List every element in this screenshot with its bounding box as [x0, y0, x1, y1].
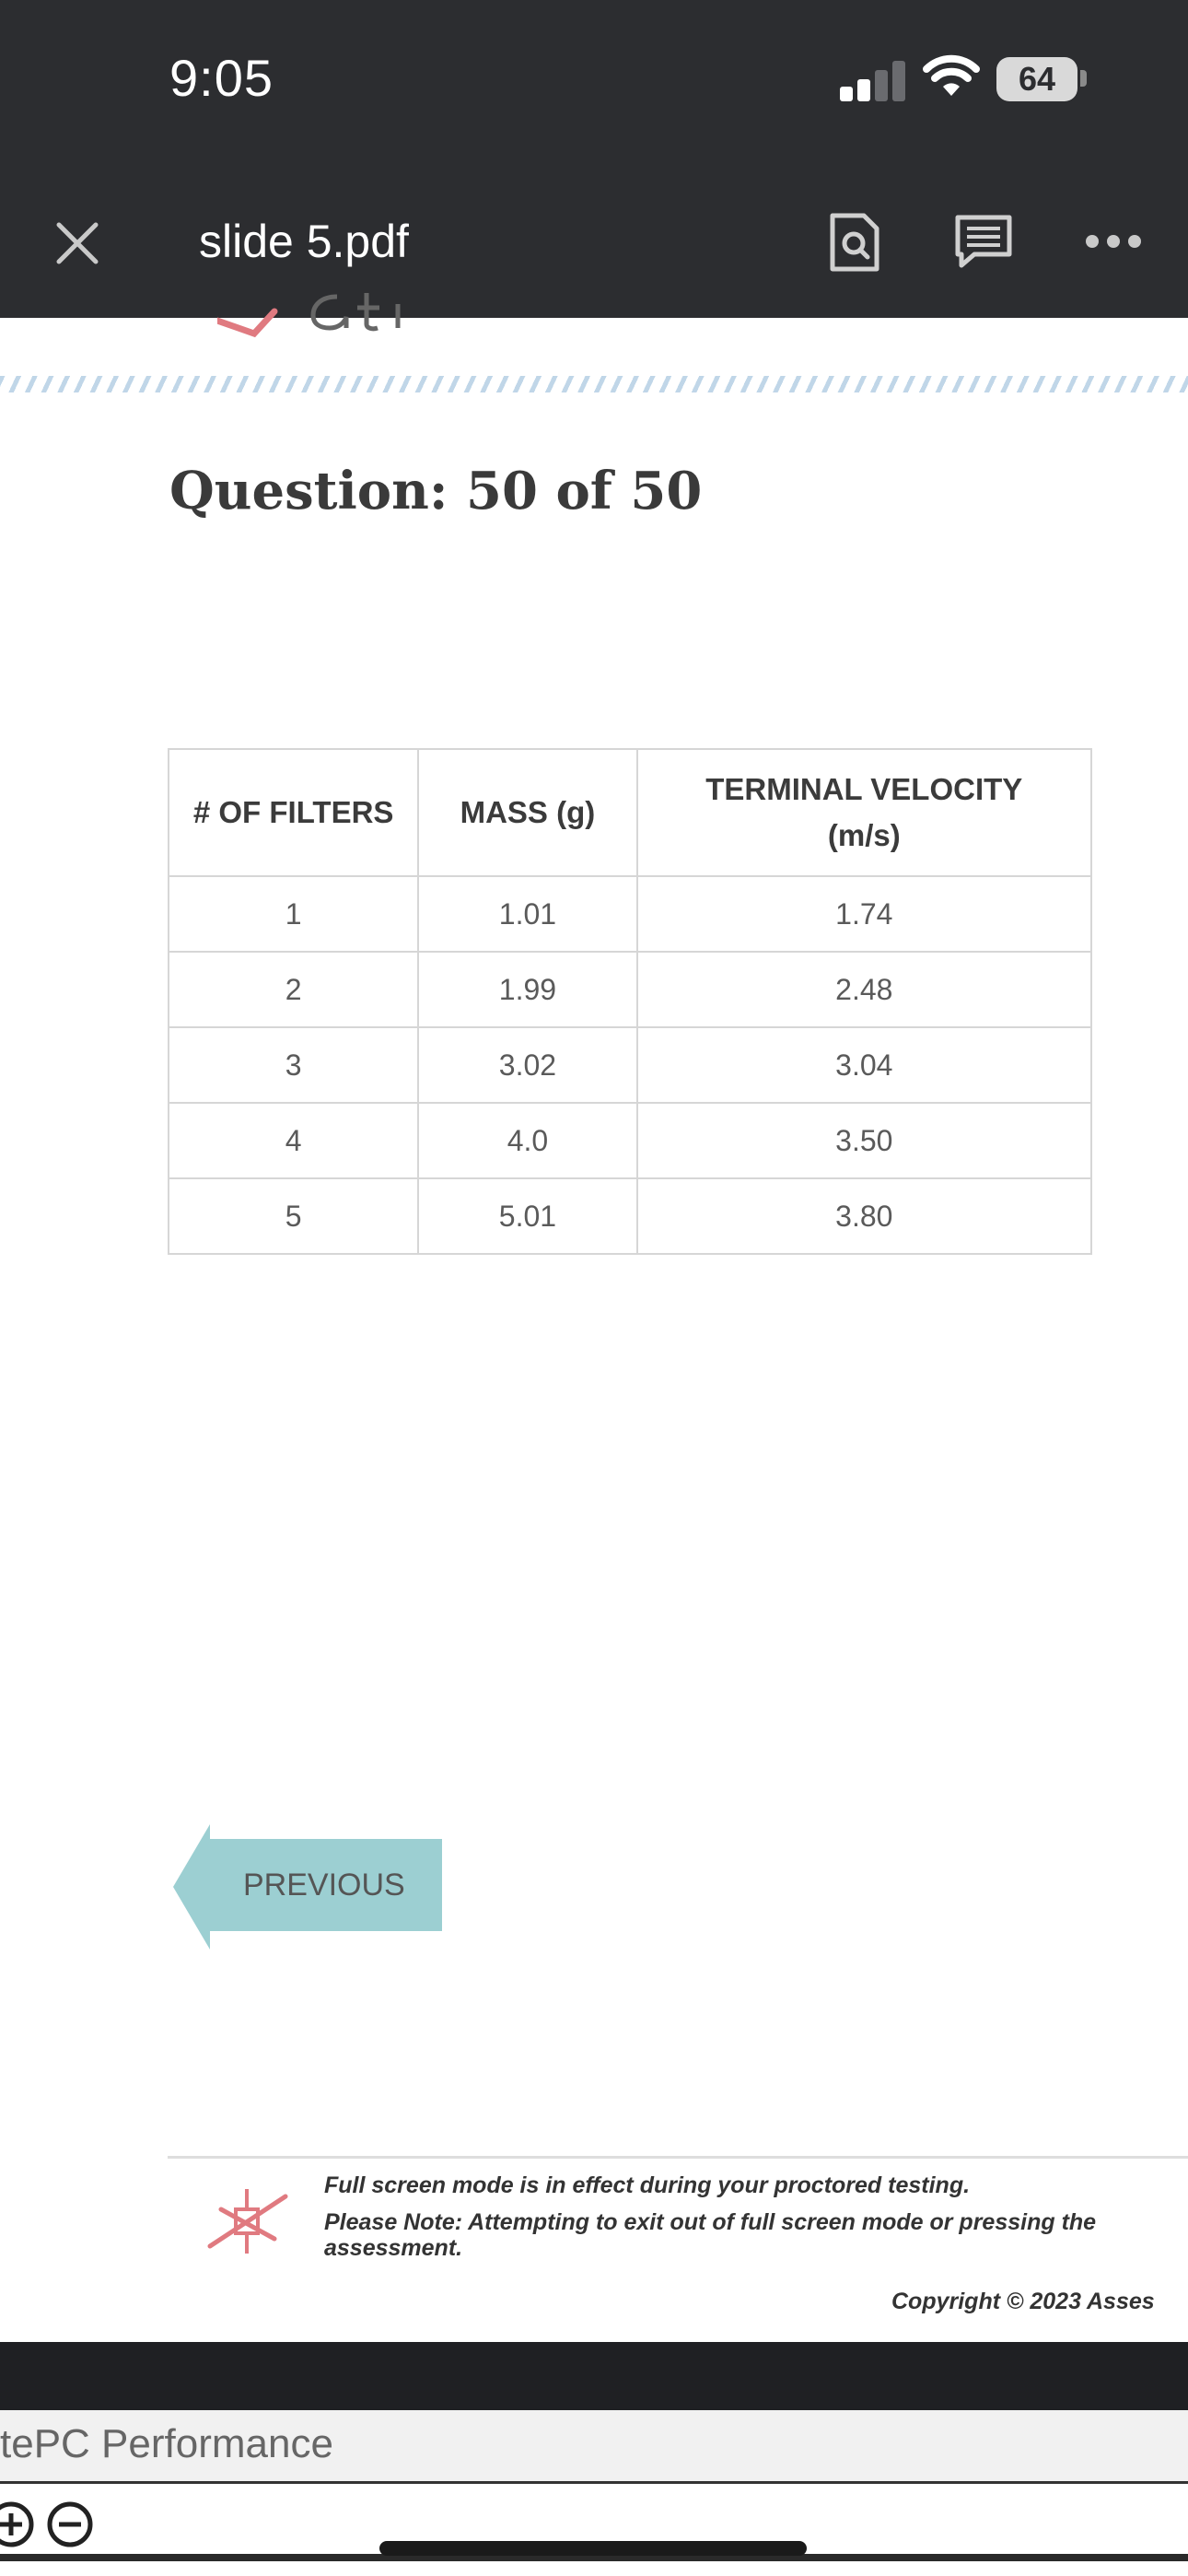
- document-title: slide 5.pdf: [199, 216, 409, 267]
- home-indicator[interactable]: [379, 2541, 807, 2556]
- dashed-divider: [0, 376, 1188, 392]
- table-cell: 3: [167, 1026, 420, 1104]
- table-cell: 3.80: [635, 1177, 1093, 1255]
- table-row: 4 4.0 3.50: [167, 1102, 1093, 1179]
- column-header: # OF FILTERS: [167, 748, 420, 877]
- table-cell: 3.02: [417, 1026, 638, 1104]
- logo-fragment: [217, 293, 401, 338]
- wifi-icon: [923, 54, 980, 96]
- column-header: MASS (g): [417, 748, 638, 877]
- more-icon[interactable]: [1083, 230, 1144, 252]
- bottom-bar: [0, 2342, 1188, 2410]
- table-row: 3 3.02 3.04: [167, 1026, 1093, 1104]
- cellular-signal-icon: [840, 59, 906, 101]
- previous-button-label[interactable]: PREVIOUS: [243, 1868, 405, 1903]
- battery-indicator: 64: [996, 57, 1077, 101]
- table-cell: 1.74: [635, 875, 1093, 953]
- table-row: 1 1.01 1.74: [167, 875, 1093, 953]
- table-cell: 5.01: [417, 1177, 638, 1255]
- comment-icon[interactable]: [954, 214, 1013, 269]
- battery-cap: [1080, 70, 1087, 87]
- data-table: # OF FILTERS MASS (g) TERMINAL VELOCITY …: [167, 748, 1093, 1255]
- table-cell: 3.50: [635, 1102, 1093, 1179]
- status-time: 9:05: [169, 49, 274, 107]
- table-cell: 2.48: [635, 951, 1093, 1028]
- footer-warning: Please Note: Attempting to exit out of f…: [324, 2209, 1097, 2235]
- column-header: TERMINAL VELOCITY (m/s): [635, 748, 1093, 877]
- footer-notice: Full screen mode is in effect during you…: [324, 2172, 971, 2198]
- table-cell: 4: [167, 1102, 420, 1179]
- column-header-text: TERMINAL VELOCITY (m/s): [705, 772, 1023, 852]
- copyright: Copyright © 2023 Asses: [891, 2289, 1155, 2314]
- close-icon[interactable]: [48, 214, 107, 273]
- zoom-out-icon[interactable]: [46, 2500, 94, 2548]
- footer-text-area: Full screen mode is in effect during you…: [0, 2156, 1188, 2340]
- taskbar-label: tePC Performance: [0, 2421, 333, 2466]
- table-cell: 1: [167, 875, 420, 953]
- table-cell: 5: [167, 1177, 420, 1255]
- zoom-in-icon[interactable]: [0, 2500, 35, 2548]
- question-heading: Question: 50 of 50: [169, 461, 703, 521]
- table-cell: 2: [167, 951, 420, 1028]
- table-cell: 1.99: [417, 951, 638, 1028]
- document-search-icon[interactable]: [827, 212, 882, 273]
- table-row: 5 5.01 3.80: [167, 1177, 1093, 1255]
- table-cell: 4.0: [417, 1102, 638, 1179]
- table-header-row: # OF FILTERS MASS (g) TERMINAL VELOCITY …: [167, 748, 1093, 877]
- table-row: 2 1.99 2.48: [167, 951, 1093, 1028]
- table-cell: 1.01: [417, 875, 638, 953]
- table-cell: 3.04: [635, 1026, 1093, 1104]
- footer-warning-continued: assessment.: [324, 2235, 463, 2261]
